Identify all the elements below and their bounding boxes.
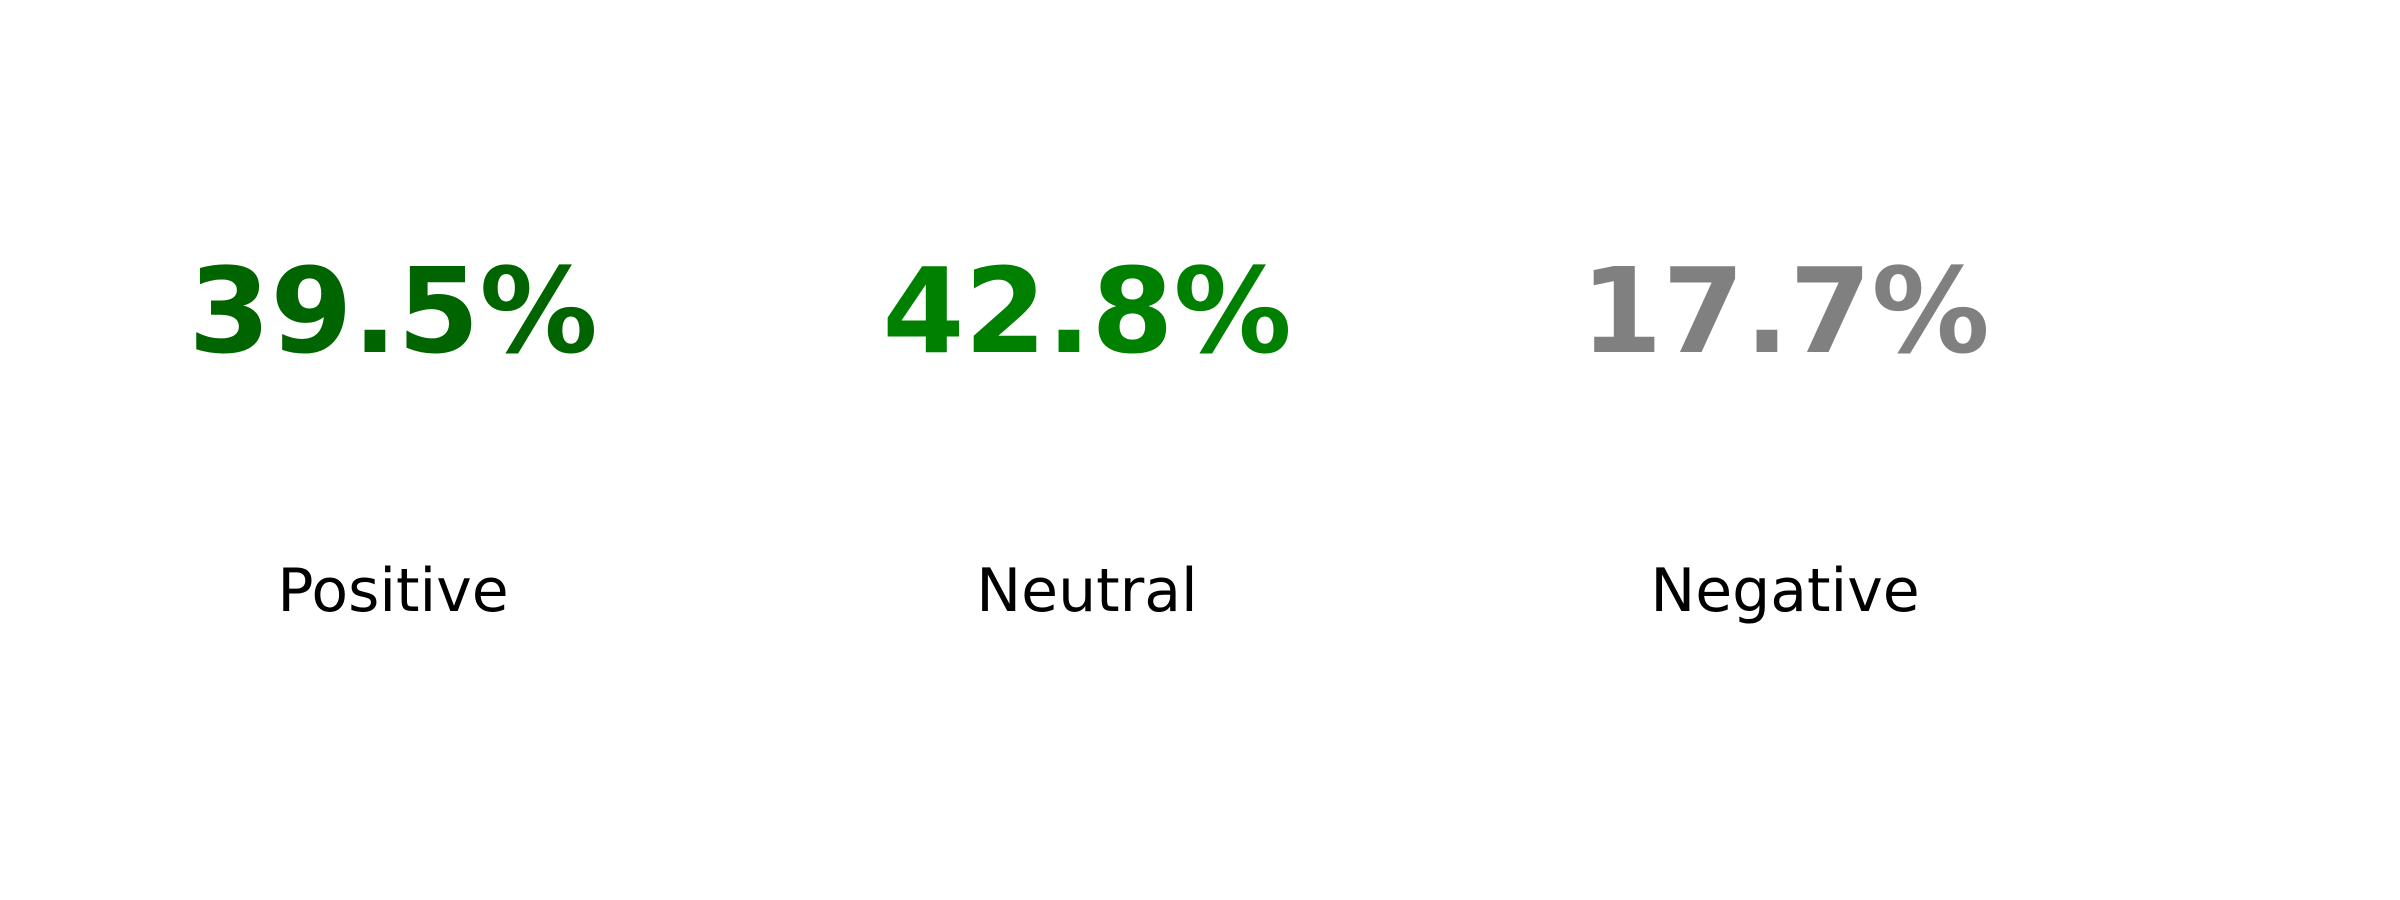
stat-value-negative: 17.7%	[1580, 242, 1990, 380]
stat-label-positive: Positive	[277, 556, 509, 626]
stat-value-neutral: 42.8%	[882, 242, 1292, 380]
stat-value-positive: 39.5%	[188, 242, 598, 380]
stat-label-negative: Negative	[1650, 556, 1920, 626]
stat-label-neutral: Neutral	[976, 556, 1198, 626]
